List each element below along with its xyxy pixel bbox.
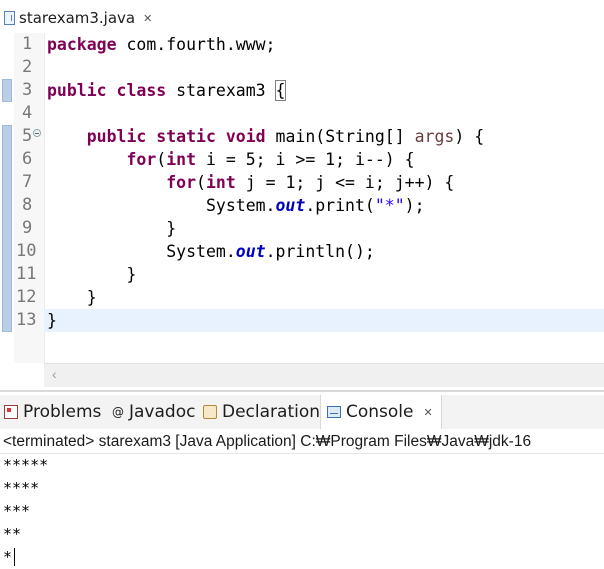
output-line: *: [3, 548, 13, 566]
change-ruler: [0, 33, 14, 363]
close-icon[interactable]: ✕: [424, 406, 433, 419]
code-line-13-current: }: [44, 309, 604, 332]
code-line-8: System.out.print("*");: [205, 196, 425, 215]
tab-console[interactable]: Console ✕: [320, 395, 442, 429]
line-number: 13: [16, 310, 37, 330]
output-line: ****: [3, 479, 40, 497]
line-number: 4: [22, 103, 33, 123]
line-number: 6: [22, 149, 33, 169]
problems-icon: [4, 405, 18, 419]
close-icon[interactable]: ✕: [143, 12, 152, 25]
panel-tab-bar: Problems @ Javadoc Declaration Console ✕: [0, 395, 604, 429]
tab-problems[interactable]: Problems: [4, 395, 101, 429]
code-line-12: }: [47, 288, 97, 307]
line-number: 11: [16, 264, 37, 284]
line-number: 10: [16, 241, 37, 261]
text-caret: [14, 548, 15, 566]
code-line-7: for(int j = 1; j <= i; j++) {: [166, 173, 455, 192]
line-number: 2: [22, 57, 33, 77]
code-line-1: package com.fourth.www;: [47, 35, 276, 54]
code-line-10: System.out.println();: [166, 242, 375, 261]
output-line: *****: [3, 456, 49, 474]
code-line-5: public static void main(String[] args) {: [86, 127, 485, 146]
tab-javadoc[interactable]: @ Javadoc: [112, 395, 195, 429]
code-line-6: for(int i = 5; i >= 1; i--) {: [126, 150, 415, 169]
code-line-11: }: [47, 265, 137, 284]
editor-tab-label: starexam3.java: [19, 9, 136, 27]
matching-brace: {: [274, 80, 287, 101]
line-number: 5: [22, 126, 33, 146]
horizontal-scrollbar[interactable]: ‹: [44, 363, 604, 387]
change-marker: [2, 79, 12, 102]
code-editor[interactable]: 1 2 3 4 5 6 7 8 9 10 11 12 13 package co…: [0, 33, 604, 387]
line-number-gutter: 1 2 3 4 5 6 7 8 9 10 11 12 13: [14, 33, 45, 363]
console-status-line: <terminated> starexam3 [Java Application…: [0, 430, 604, 454]
line-number: 9: [22, 218, 33, 238]
tab-declaration[interactable]: Declaration: [203, 395, 320, 429]
code-line-3: public class starexam3 {: [47, 80, 287, 101]
change-marker: [2, 125, 12, 332]
line-number: 7: [22, 172, 33, 192]
line-number: 3: [22, 80, 33, 100]
line-number: 8: [22, 195, 33, 215]
javadoc-icon: @: [112, 405, 124, 419]
output-line: **: [3, 525, 22, 543]
java-file-icon: [4, 11, 15, 25]
code-line-9: }: [47, 219, 177, 238]
line-number: 12: [16, 287, 37, 307]
editor-tab-starexam3[interactable]: starexam3.java ✕: [4, 5, 152, 31]
output-line: ***: [3, 502, 31, 520]
panel-divider[interactable]: [0, 390, 604, 392]
console-output[interactable]: ***** **** *** ** *: [0, 454, 604, 568]
scroll-left-icon[interactable]: ‹: [52, 366, 57, 382]
line-number: 1: [22, 34, 33, 54]
console-icon: [327, 406, 341, 418]
editor-tab-bar: starexam3.java ✕: [0, 0, 604, 31]
collapse-icon[interactable]: [33, 129, 41, 137]
declaration-icon: [203, 405, 217, 419]
